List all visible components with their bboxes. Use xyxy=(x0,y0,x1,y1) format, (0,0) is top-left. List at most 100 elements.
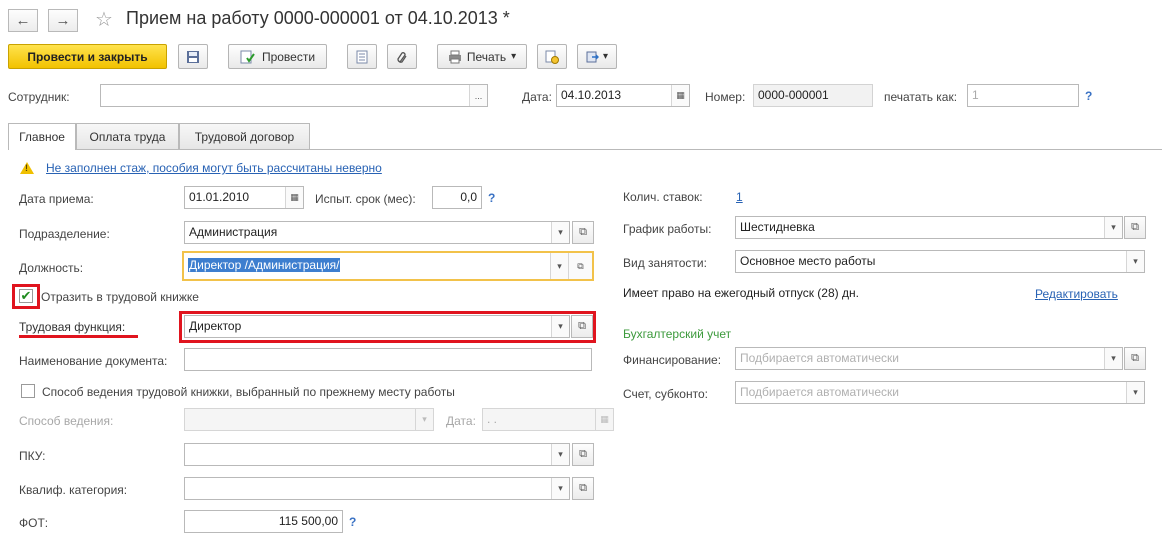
favorite-star-icon[interactable]: ☆ xyxy=(95,7,113,32)
pku-open-button[interactable]: ⧉ xyxy=(572,443,594,466)
qualification-dropdown-button[interactable]: ▾ xyxy=(551,478,569,499)
post-button[interactable]: Провести xyxy=(228,44,327,69)
financing-open-button[interactable]: ⧉ xyxy=(1124,347,1146,370)
print-as-help-icon[interactable]: ? xyxy=(1085,89,1092,103)
account-field[interactable]: Подбирается автоматически ▾ xyxy=(735,381,1145,404)
document-name-field[interactable] xyxy=(184,348,592,371)
schedule-field[interactable]: Шестидневка ▾ xyxy=(735,216,1123,239)
financing-field[interactable]: Подбирается автоматически ▾ xyxy=(735,347,1123,370)
qualification-label: Квалиф. категория: xyxy=(19,483,128,497)
open-icon: ⧉ xyxy=(577,260,584,271)
chevron-down-icon: ▾ xyxy=(558,227,563,237)
chevron-down-icon: ▾ xyxy=(558,483,563,493)
chevron-down-icon: ▾ xyxy=(1111,222,1116,232)
fot-field[interactable]: 115 500,00 xyxy=(184,510,343,533)
clock-document-icon xyxy=(545,50,559,64)
record-in-book-checkbox[interactable]: ✔ xyxy=(19,288,33,303)
warning-link[interactable]: Не заполнен стаж, пособия могут быть рас… xyxy=(46,161,382,175)
date-value: 04.10.2013 xyxy=(561,88,622,102)
qualification-open-button[interactable]: ⧉ xyxy=(572,477,594,500)
back-button[interactable]: ← xyxy=(8,9,38,32)
financing-placeholder: Подбирается автоматически xyxy=(740,351,899,365)
open-icon: ⧉ xyxy=(1131,352,1139,364)
post-document-icon xyxy=(240,50,255,63)
trial-help-icon[interactable]: ? xyxy=(488,191,495,205)
position-dropdown-button[interactable]: ▾ xyxy=(550,253,568,279)
open-icon: ⧉ xyxy=(579,226,587,238)
account-dropdown-button[interactable]: ▾ xyxy=(1126,382,1144,403)
tab-main[interactable]: Главное xyxy=(8,123,76,150)
labor-function-dropdown-button[interactable]: ▾ xyxy=(551,316,569,337)
position-open-button[interactable]: ⧉ xyxy=(568,253,592,279)
rates-link[interactable]: 1 xyxy=(736,190,743,204)
labor-function-field[interactable]: Директор ▾ xyxy=(184,315,570,338)
employee-field[interactable]: ... xyxy=(100,84,488,107)
hire-date-calendar-button[interactable]: ▦ xyxy=(285,187,303,208)
open-icon: ⧉ xyxy=(579,448,587,460)
chevron-down-icon: ▾ xyxy=(557,260,562,271)
labor-function-label: Трудовая функция: xyxy=(19,320,126,334)
department-dropdown-button[interactable]: ▾ xyxy=(551,222,569,243)
employee-select-button[interactable]: ... xyxy=(469,85,487,106)
labor-function-open-button[interactable]: ⧉ xyxy=(571,315,593,338)
department-field[interactable]: Администрация ▾ xyxy=(184,221,570,244)
fot-help-icon[interactable]: ? xyxy=(349,515,356,529)
registers-button[interactable] xyxy=(347,44,377,69)
chevron-down-icon: ▾ xyxy=(602,51,609,62)
forward-button[interactable]: → xyxy=(48,9,78,32)
open-icon: ⧉ xyxy=(1131,221,1139,233)
print-as-label: печатать как: xyxy=(884,90,958,104)
employment-field[interactable]: Основное место работы ▾ xyxy=(735,250,1145,273)
hire-date-value: 01.01.2010 xyxy=(189,190,250,204)
edit-vacation-link[interactable]: Редактировать xyxy=(1035,287,1118,301)
document-name-label: Наименование документа: xyxy=(19,354,168,368)
position-field[interactable]: Директор /Администрация/ ▾ ⧉ xyxy=(182,251,594,281)
print-button[interactable]: Печать ▾ xyxy=(437,44,527,69)
chevron-down-icon: ▾ xyxy=(558,449,563,459)
calendar-button[interactable]: ▦ xyxy=(671,85,689,106)
arrow-right-icon: → xyxy=(55,12,71,29)
arrow-left-icon: ← xyxy=(15,12,31,29)
method-date-label: Дата: xyxy=(446,414,476,428)
tab-payment[interactable]: Оплата труда xyxy=(76,123,179,149)
chevron-down-icon: ▾ xyxy=(1133,387,1138,397)
print-as-field[interactable]: 1 xyxy=(967,84,1079,107)
labor-function-value: Директор xyxy=(189,319,242,333)
history-button[interactable] xyxy=(537,44,567,69)
list-icon xyxy=(356,50,368,63)
pku-dropdown-button[interactable]: ▾ xyxy=(551,444,569,465)
department-value: Администрация xyxy=(189,225,278,239)
open-icon: ⧉ xyxy=(578,320,586,332)
trial-label: Испыт. срок (мес): xyxy=(315,192,416,206)
pku-label: ПКУ: xyxy=(19,449,46,463)
pku-field[interactable]: ▾ xyxy=(184,443,570,466)
method-dropdown-button: ▾ xyxy=(415,409,433,430)
printer-icon xyxy=(448,50,461,63)
ellipsis-icon: ... xyxy=(474,90,483,101)
trial-field[interactable]: 0,0 xyxy=(432,186,482,209)
schedule-open-button[interactable]: ⧉ xyxy=(1124,216,1146,239)
schedule-dropdown-button[interactable]: ▾ xyxy=(1104,217,1122,238)
create-based-on-button[interactable]: ▾ xyxy=(577,44,617,69)
method-label: Способ ведения: xyxy=(19,414,114,428)
post-button-label: Провести xyxy=(261,49,316,64)
method-date-calendar-button: ▦ xyxy=(595,409,613,430)
rates-label: Колич. ставок: xyxy=(623,190,703,204)
date-field[interactable]: 04.10.2013 ▦ xyxy=(556,84,690,107)
attach-button[interactable] xyxy=(387,44,417,69)
department-open-button[interactable]: ⧉ xyxy=(572,221,594,244)
save-button[interactable] xyxy=(178,44,208,69)
hire-date-field[interactable]: 01.01.2010 ▦ xyxy=(184,186,304,209)
post-and-close-button[interactable]: Провести и закрыть xyxy=(8,44,167,69)
qualification-field[interactable]: ▾ xyxy=(184,477,570,500)
date-label: Дата: xyxy=(522,90,552,104)
method-prev-checkbox[interactable] xyxy=(21,384,35,398)
department-label: Подразделение: xyxy=(19,227,110,241)
record-in-book-label: Отразить в трудовой книжке xyxy=(41,290,199,304)
financing-dropdown-button[interactable]: ▾ xyxy=(1104,348,1122,369)
employment-label: Вид занятости: xyxy=(623,256,707,270)
tab-contract[interactable]: Трудовой договор xyxy=(179,123,310,149)
employment-dropdown-button[interactable]: ▾ xyxy=(1126,251,1144,272)
number-label: Номер: xyxy=(705,90,746,104)
accounting-heading: Бухгалтерский учет xyxy=(623,327,732,341)
